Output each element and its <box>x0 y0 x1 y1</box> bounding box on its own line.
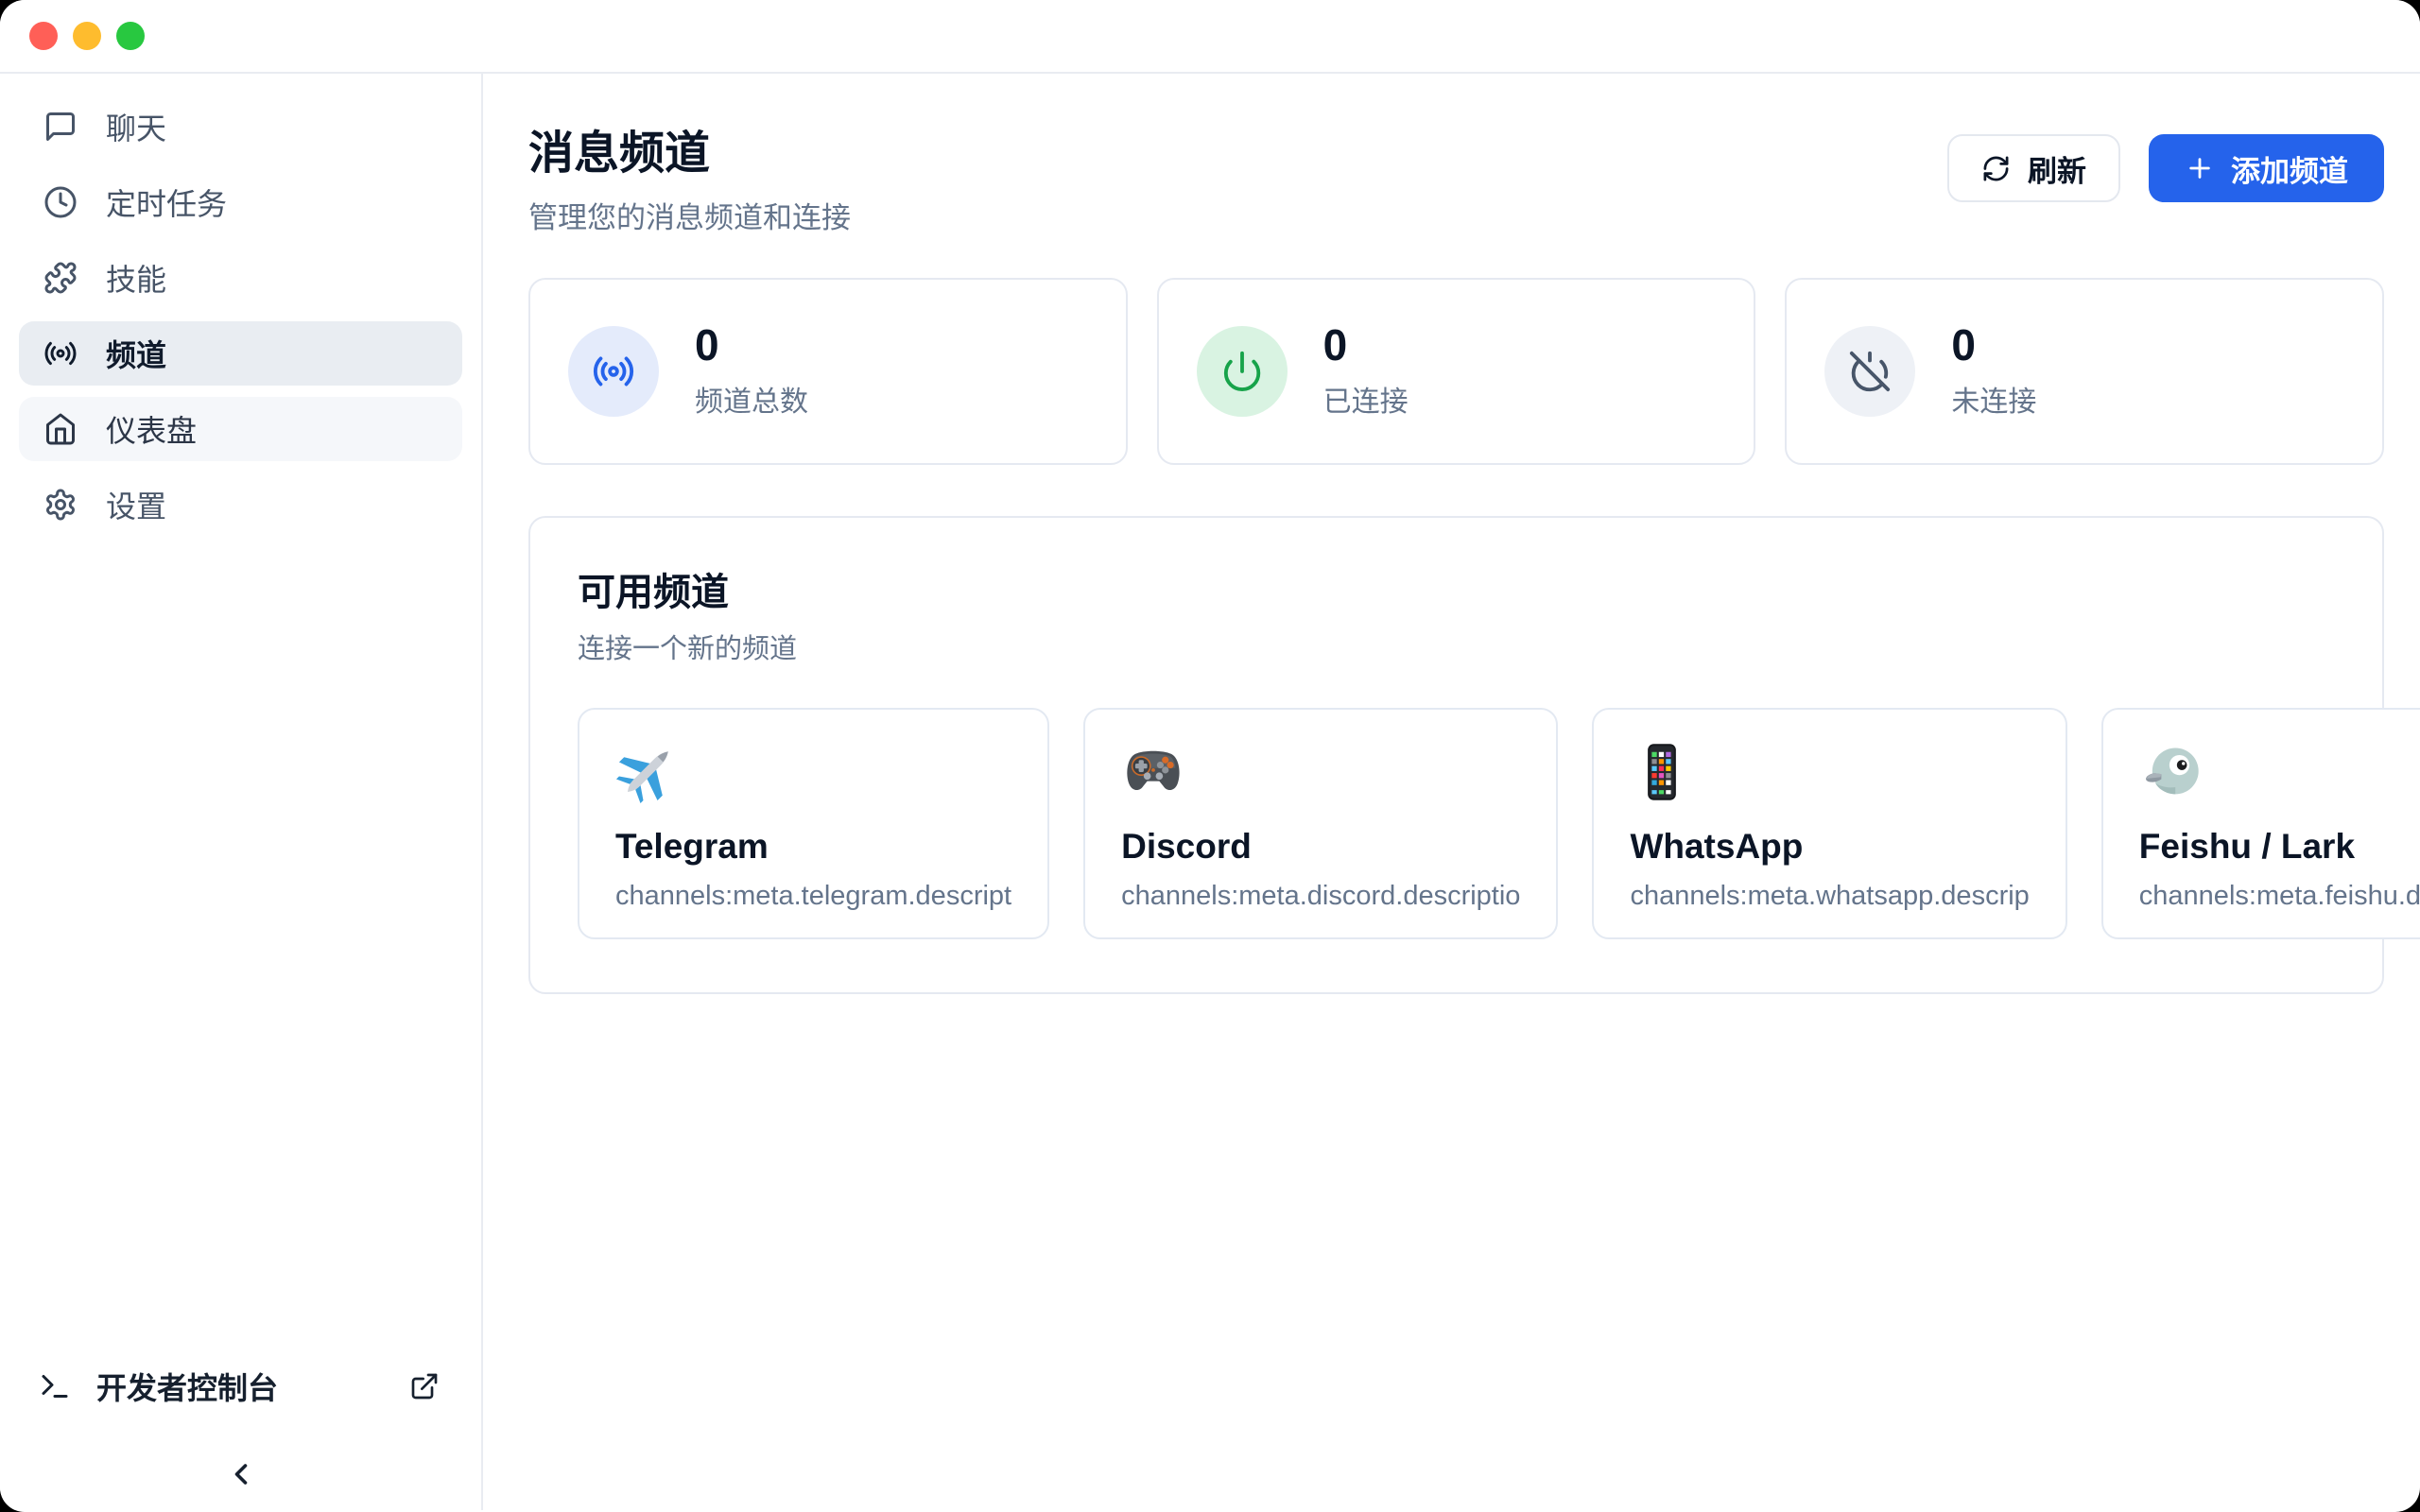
developer-console-link[interactable]: 开发者控制台 <box>38 1365 440 1408</box>
sidebar-item-label: 频道 <box>106 332 166 375</box>
clock-icon <box>43 185 78 219</box>
add-channel-button[interactable]: 添加频道 <box>2149 134 2384 202</box>
channel-name: Discord <box>1121 827 1520 867</box>
stat-label: 已连接 <box>1323 378 1409 420</box>
page-subtitle: 管理您的消息频道和连接 <box>528 194 851 236</box>
channel-name: Telegram <box>615 827 1011 867</box>
channel-card-whatsapp[interactable]: WhatsApp channels:meta.whatsapp.descrip <box>1592 708 2066 939</box>
available-channels-panel: 可用频道 连接一个新的频道 <box>528 516 2384 994</box>
developer-console-label: 开发者控制台 <box>96 1365 278 1408</box>
power-off-icon <box>1824 326 1915 417</box>
sidebar-item-label: 设置 <box>106 483 166 526</box>
zoom-window-button[interactable] <box>116 22 145 50</box>
sidebar-item-label: 定时任务 <box>106 180 227 224</box>
refresh-icon <box>1981 154 2011 183</box>
sidebar-item-channels[interactable]: 频道 <box>19 321 462 386</box>
app-window: 聊天 定时任务 技能 频道 仪表盘 设置 <box>0 0 2420 1512</box>
channel-description: channels:meta.telegram.descript <box>615 881 1011 912</box>
home-icon <box>43 412 78 446</box>
sidebar-collapse-button[interactable] <box>0 1457 481 1491</box>
stat-value: 0 <box>1951 322 2036 368</box>
plus-icon <box>2185 153 2215 183</box>
puzzle-icon <box>43 261 78 295</box>
stat-card-total-channels: 0 频道总数 <box>528 278 1128 465</box>
titlebar <box>0 0 2420 74</box>
channel-card-feishu[interactable]: 插件 Feishu / Lark channels:meta.feishu.de… <box>2101 708 2420 939</box>
refresh-button[interactable]: 刷新 <box>1947 134 2120 202</box>
sidebar-item-label: 聊天 <box>106 105 166 148</box>
channel-description: channels:meta.discord.descriptio <box>1121 881 1520 912</box>
sidebar-item-scheduled-tasks[interactable]: 定时任务 <box>19 170 462 234</box>
chat-icon <box>43 110 78 144</box>
power-on-icon <box>1197 326 1288 417</box>
sidebar-item-settings[interactable]: 设置 <box>19 472 462 537</box>
broadcast-stat-icon <box>568 326 659 417</box>
chevron-left-icon <box>224 1457 258 1491</box>
channel-description: channels:meta.whatsapp.descrip <box>1630 881 2029 912</box>
page-header: 消息频道 管理您的消息频道和连接 刷新 添加频道 <box>528 127 2384 236</box>
game-controller-emoji-icon <box>1121 740 1185 804</box>
airplane-emoji-icon <box>615 740 680 804</box>
stat-value: 0 <box>695 322 808 368</box>
channel-card-discord[interactable]: Discord channels:meta.discord.descriptio <box>1083 708 1558 939</box>
stat-card-connected: 0 已连接 <box>1157 278 1756 465</box>
add-channel-button-label: 添加频道 <box>2231 147 2348 190</box>
terminal-icon <box>38 1369 72 1403</box>
sidebar-item-dashboard[interactable]: 仪表盘 <box>19 397 462 461</box>
panel-title: 可用频道 <box>578 561 2335 616</box>
sidebar-item-chat[interactable]: 聊天 <box>19 94 462 159</box>
broadcast-icon <box>43 336 78 370</box>
sidebar-item-skills[interactable]: 技能 <box>19 246 462 310</box>
panel-subtitle: 连接一个新的频道 <box>578 627 2335 666</box>
stat-label: 频道总数 <box>695 378 808 420</box>
stat-value: 0 <box>1323 322 1409 368</box>
sidebar-item-label: 技能 <box>106 256 166 300</box>
channels-grid: Telegram channels:meta.telegram.descript <box>578 708 2335 939</box>
stats-row: 0 频道总数 0 已连接 <box>528 278 2384 465</box>
external-link-icon[interactable] <box>409 1371 440 1401</box>
main-content: 消息频道 管理您的消息频道和连接 刷新 添加频道 <box>483 74 2420 1510</box>
close-window-button[interactable] <box>29 22 58 50</box>
mobile-phone-emoji-icon <box>1630 740 1694 804</box>
channel-card-telegram[interactable]: Telegram channels:meta.telegram.descript <box>578 708 1049 939</box>
page-title: 消息频道 <box>528 127 851 181</box>
stat-card-disconnected: 0 未连接 <box>1785 278 2384 465</box>
channel-description: channels:meta.feishu.description <box>2139 881 2420 912</box>
sidebar-item-label: 仪表盘 <box>106 407 197 451</box>
stat-label: 未连接 <box>1951 378 2036 420</box>
refresh-button-label: 刷新 <box>2028 147 2086 190</box>
bird-emoji-icon <box>2139 740 2204 804</box>
channel-name: WhatsApp <box>1630 827 2029 867</box>
channel-name: Feishu / Lark <box>2139 827 2420 867</box>
minimize-window-button[interactable] <box>73 22 101 50</box>
gear-icon <box>43 488 78 522</box>
sidebar: 聊天 定时任务 技能 频道 仪表盘 设置 <box>0 74 483 1510</box>
